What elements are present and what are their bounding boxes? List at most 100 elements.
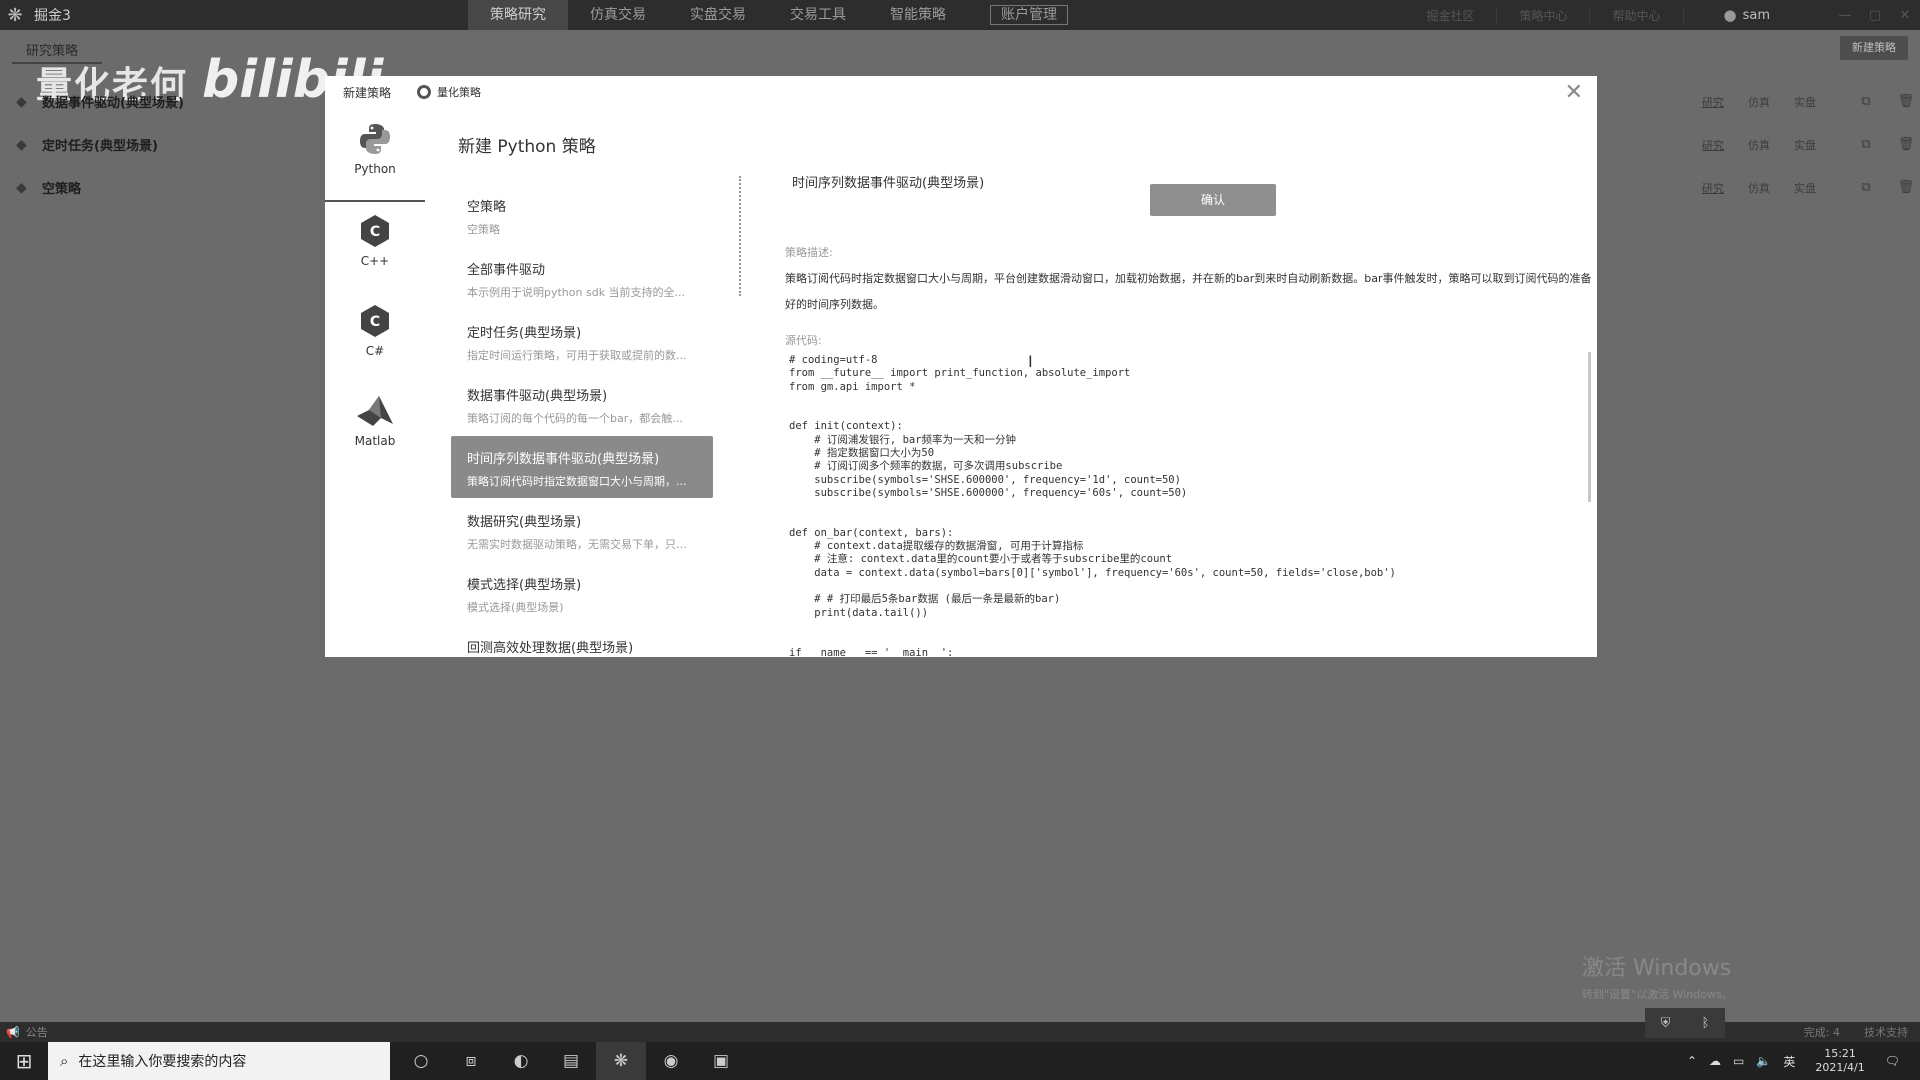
tag-research[interactable]: 研究 [1690,137,1736,153]
delete-icon[interactable]: 🗑 [1886,180,1920,195]
browser-icon[interactable]: ◉ [646,1042,696,1080]
copy-icon[interactable]: ⧉ [1846,137,1886,152]
radio-selected-icon [417,85,432,99]
row-tags: 研究 仿真 实盘 [1690,137,1828,153]
detail-scrollbar[interactable] [1588,352,1591,502]
file-explorer-icon[interactable]: ▤ [546,1042,596,1080]
new-strategy-button[interactable]: 新建策略 [1840,36,1908,60]
nav-smart-strategy[interactable]: 智能策略 [868,0,968,30]
copy-icon[interactable]: ⧉ [1846,94,1886,109]
row-tags: 研究 仿真 实盘 [1690,94,1828,110]
template-item[interactable]: 全部事件驱动 本示例用于说明python sdk 当前支持的全... [451,247,713,309]
panel-title: 新建 Python 策略 [458,137,596,157]
notice-label[interactable]: 公告 [26,1024,48,1040]
delete-icon[interactable]: 🗑 [1886,94,1920,109]
cloud-icon[interactable]: ☁ [1703,1054,1727,1068]
link-community[interactable]: 掘金社区 [1404,6,1498,24]
template-desc: 模式选择(典型场景) [467,601,564,614]
template-name: 数据事件驱动(典型场景) [467,389,608,404]
language-tabs: Python C C++ C C# Matlab [325,108,425,657]
taskbar: ⊞ ⌕ 在这里输入你要搜索的内容 ○ ⧈ ◐ ▤ ❋ ◉ ▣ ⌃ ☁ ▭ 🔈 英… [0,1042,1920,1080]
nav-account[interactable]: 账户管理 [968,0,1090,30]
tab-python[interactable]: Python [325,122,425,202]
strategy-name: 定时任务(典型场景) [42,139,158,154]
nav-trading-tools[interactable]: 交易工具 [768,0,868,30]
activate-title: 激活 Windows [1582,956,1732,981]
maximize-icon[interactable]: ▢ [1860,8,1890,23]
cpp-icon: C [361,215,389,247]
dialog-title: 新建策略 [343,85,392,100]
source-code[interactable]: # coding=utf-8 from __future__ import pr… [789,354,1569,657]
template-item[interactable]: 数据事件驱动(典型场景) 策略订阅的每个代码的每一个bar，都会触... [451,373,713,435]
row-actions: ⧉ 🗑 [1846,137,1920,152]
confirm-button[interactable]: 确认 [1150,184,1276,216]
tray-shield-icon[interactable]: ⛨ [1661,1016,1671,1031]
quant-strategy-radio[interactable]: 量化策略 [417,84,481,100]
tag-live[interactable]: 实盘 [1782,137,1828,153]
template-item[interactable]: 回测高效处理数据(典型场景) [451,625,713,657]
activate-subtitle: 转到"设置"以激活 Windows。 [1582,988,1733,1001]
template-item[interactable]: 模式选择(典型场景) 模式选择(典型场景) [451,562,713,624]
user-menu[interactable]: ● sam [1724,6,1771,24]
user-avatar-icon: ● [1723,6,1737,24]
delete-icon[interactable]: 🗑 [1886,137,1920,152]
tab-csharp[interactable]: C C# [325,304,425,358]
link-help-center[interactable]: 帮助中心 [1590,6,1684,24]
network-icon[interactable]: ▭ [1727,1054,1750,1068]
tag-sim[interactable]: 仿真 [1736,94,1782,110]
new-strategy-dialog: 新建策略 量化策略 ✕ Python C C++ C C# Matlab 新建 … [325,76,1597,657]
strategy-icon: ◆ [16,136,27,153]
support-link[interactable]: 技术支持 [1852,1024,1920,1040]
main-nav: 策略研究 仿真交易 实盘交易 交易工具 智能策略 账户管理 [468,0,1090,30]
tag-sim[interactable]: 仿真 [1736,137,1782,153]
template-item[interactable]: 数据研究(典型场景) 无需实时数据驱动策略，无需交易下单，只获... [451,499,713,561]
tag-research[interactable]: 研究 [1690,180,1736,196]
template-item[interactable]: 定时任务(典型场景) 指定时间运行策略，可用于获取或提前的数... [451,310,713,372]
template-item-selected[interactable]: 时间序列数据事件驱动(典型场景) 策略订阅代码时指定数据窗口大小与周期，... [451,436,713,498]
pycharm-icon[interactable]: ▣ [696,1042,746,1080]
code-label: 源代码: [785,334,822,347]
text-cursor-icon: I [1028,352,1033,371]
tag-research[interactable]: 研究 [1690,94,1736,110]
dialog-header: 新建策略 量化策略 ✕ [325,76,1597,108]
search-icon: ⌕ [60,1052,69,1070]
nav-live-trading[interactable]: 实盘交易 [668,0,768,30]
cortana-icon[interactable]: ○ [396,1042,446,1080]
activate-windows-watermark: 激活 Windows 转到"设置"以激活 Windows。 [1582,950,1733,1002]
link-strategy-center[interactable]: 策略中心 [1497,6,1591,24]
tab-cpp[interactable]: C C++ [325,214,425,268]
clock-time: 15:21 [1824,1047,1856,1060]
python-icon [360,124,390,154]
svg-text:C: C [370,224,380,240]
minimize-icon[interactable]: — [1830,8,1860,23]
template-name: 时间序列数据事件驱动(典型场景) [467,452,660,467]
nav-sim-trading[interactable]: 仿真交易 [568,0,668,30]
strategy-name: 空策略 [42,182,82,197]
clock[interactable]: 15:21 2021/4/1 [1801,1047,1878,1075]
tray-bluetooth-icon[interactable]: ᛒ [1702,1016,1710,1031]
template-list-scrollbar[interactable] [739,176,743,296]
tab-matlab[interactable]: Matlab [325,394,425,448]
tag-sim[interactable]: 仿真 [1736,180,1782,196]
tag-live[interactable]: 实盘 [1782,180,1828,196]
notification-icon[interactable]: 🗨 [1879,1054,1906,1068]
volume-icon[interactable]: 🔈 [1750,1054,1777,1068]
template-desc: 本示例用于说明python sdk 当前支持的全... [467,286,686,299]
tag-live[interactable]: 实盘 [1782,94,1828,110]
close-icon[interactable]: ✕ [1565,80,1583,105]
notice-icon: 📢 [6,1025,20,1039]
juejin-app-icon[interactable]: ❋ [596,1042,646,1080]
task-view-icon[interactable]: ⧈ [446,1042,496,1080]
taskbar-search-input[interactable]: ⌕ 在这里输入你要搜索的内容 [48,1042,390,1080]
tray-arrow-icon[interactable]: ⌃ [1681,1054,1703,1068]
template-item[interactable]: 空策略 空策略 [451,184,713,246]
windows-start-icon[interactable]: ⊞ [0,1042,48,1080]
row-tags: 研究 仿真 实盘 [1690,180,1828,196]
template-name: 空策略 [467,200,507,215]
strategy-description: 策略订阅代码时指定数据窗口大小与周期，平台创建数据滑动窗口，加载初始数据，并在新… [785,272,1592,311]
nav-strategy-research[interactable]: 策略研究 [468,0,568,30]
edge-icon[interactable]: ◐ [496,1042,546,1080]
close-window-icon[interactable]: ✕ [1890,8,1920,23]
ime-indicator[interactable]: 英 [1777,1053,1801,1070]
copy-icon[interactable]: ⧉ [1846,180,1886,195]
